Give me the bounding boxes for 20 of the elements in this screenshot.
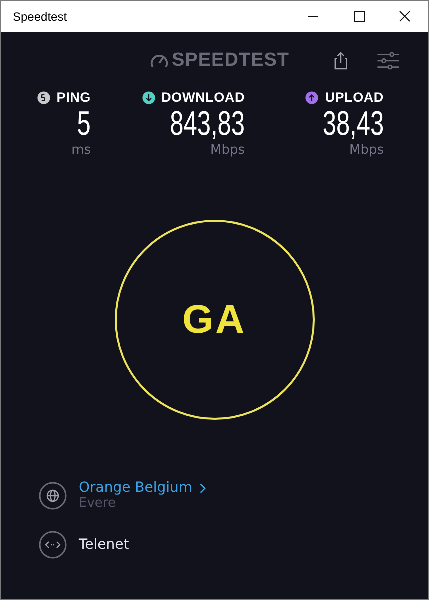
metric-value: 843,83: [170, 105, 245, 143]
go-button[interactable]: GA: [114, 220, 314, 420]
metric-value: 38,43: [322, 105, 384, 143]
server-link[interactable]: Orange Belgium: [79, 480, 193, 496]
server-location: Evere: [79, 496, 117, 511]
metric-unit: ms: [72, 143, 91, 158]
metric-label: UPLOAD: [325, 90, 384, 105]
share-icon[interactable]: [333, 51, 350, 71]
metric-label: PING: [56, 90, 91, 105]
connection-icon: [39, 531, 67, 559]
provider-name: Telenet: [79, 537, 130, 553]
metric-unit: Mbps: [210, 143, 245, 158]
metric-value: 5: [77, 105, 91, 143]
metric-label: DOWNLOAD: [162, 90, 245, 105]
globe-icon: [39, 482, 67, 510]
window-title: Speedtest: [12, 10, 68, 24]
metric-unit: Mbps: [350, 143, 384, 158]
logo: SPEEDTEST: [172, 50, 290, 72]
settings-icon[interactable]: [376, 52, 402, 70]
chevron-icon[interactable]: [198, 482, 206, 494]
